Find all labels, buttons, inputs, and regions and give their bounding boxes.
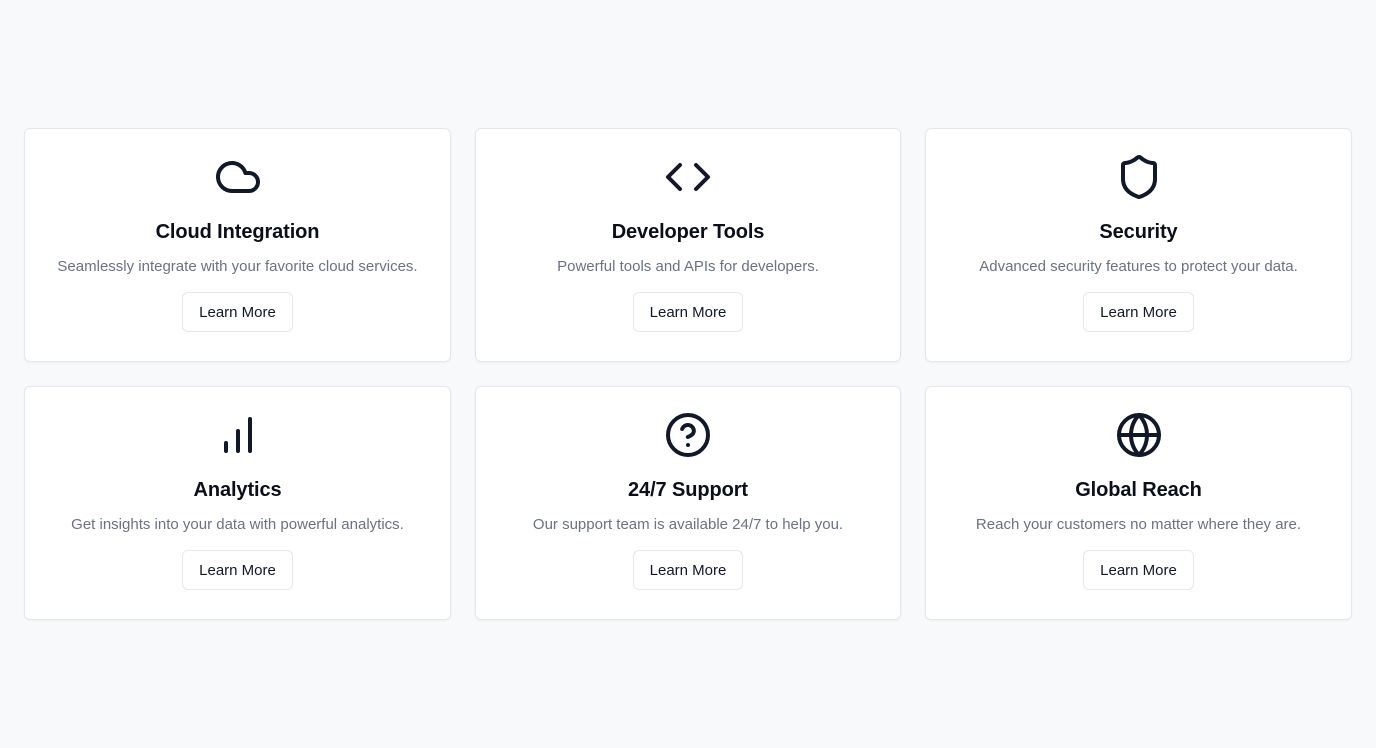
feature-description: Advanced security features to protect yo… [979, 258, 1298, 275]
feature-card-analytics: Analytics Get insights into your data wi… [24, 386, 451, 620]
feature-title: 24/7 Support [628, 479, 748, 501]
bar-chart-icon [214, 411, 262, 459]
feature-title: Developer Tools [611, 221, 765, 243]
feature-grid: Cloud Integration Seamlessly integrate w… [24, 128, 1352, 620]
feature-card-cloud-integration: Cloud Integration Seamlessly integrate w… [24, 128, 451, 362]
learn-more-button[interactable]: Learn More [182, 550, 293, 590]
help-circle-icon [664, 411, 712, 459]
feature-description: Get insights into your data with powerfu… [71, 516, 404, 533]
feature-title: Global Reach [1075, 479, 1202, 501]
cloud-icon [214, 153, 262, 201]
feature-card-global-reach: Global Reach Reach your customers no mat… [925, 386, 1352, 620]
feature-description: Reach your customers no matter where the… [975, 516, 1302, 533]
learn-more-button[interactable]: Learn More [1083, 292, 1194, 332]
feature-title: Cloud Integration [155, 221, 320, 243]
learn-more-button[interactable]: Learn More [1083, 550, 1194, 590]
learn-more-button[interactable]: Learn More [632, 550, 744, 590]
feature-description: Our support team is available 24/7 to he… [532, 516, 844, 533]
feature-description: Powerful tools and APIs for developers. [557, 258, 819, 275]
shield-icon [1115, 153, 1163, 201]
page: Cloud Integration Seamlessly integrate w… [0, 0, 1376, 748]
globe-icon [1115, 411, 1163, 459]
feature-card-support: 24/7 Support Our support team is availab… [475, 386, 901, 620]
feature-card-security: Security Advanced security features to p… [925, 128, 1352, 362]
learn-more-button[interactable]: Learn More [632, 292, 744, 332]
code-icon [664, 153, 712, 201]
feature-card-developer-tools: Developer Tools Powerful tools and APIs … [475, 128, 901, 362]
learn-more-button[interactable]: Learn More [182, 292, 293, 332]
feature-title: Analytics [193, 479, 282, 501]
feature-title: Security [1099, 221, 1178, 243]
feature-description: Seamlessly integrate with your favorite … [57, 258, 418, 275]
